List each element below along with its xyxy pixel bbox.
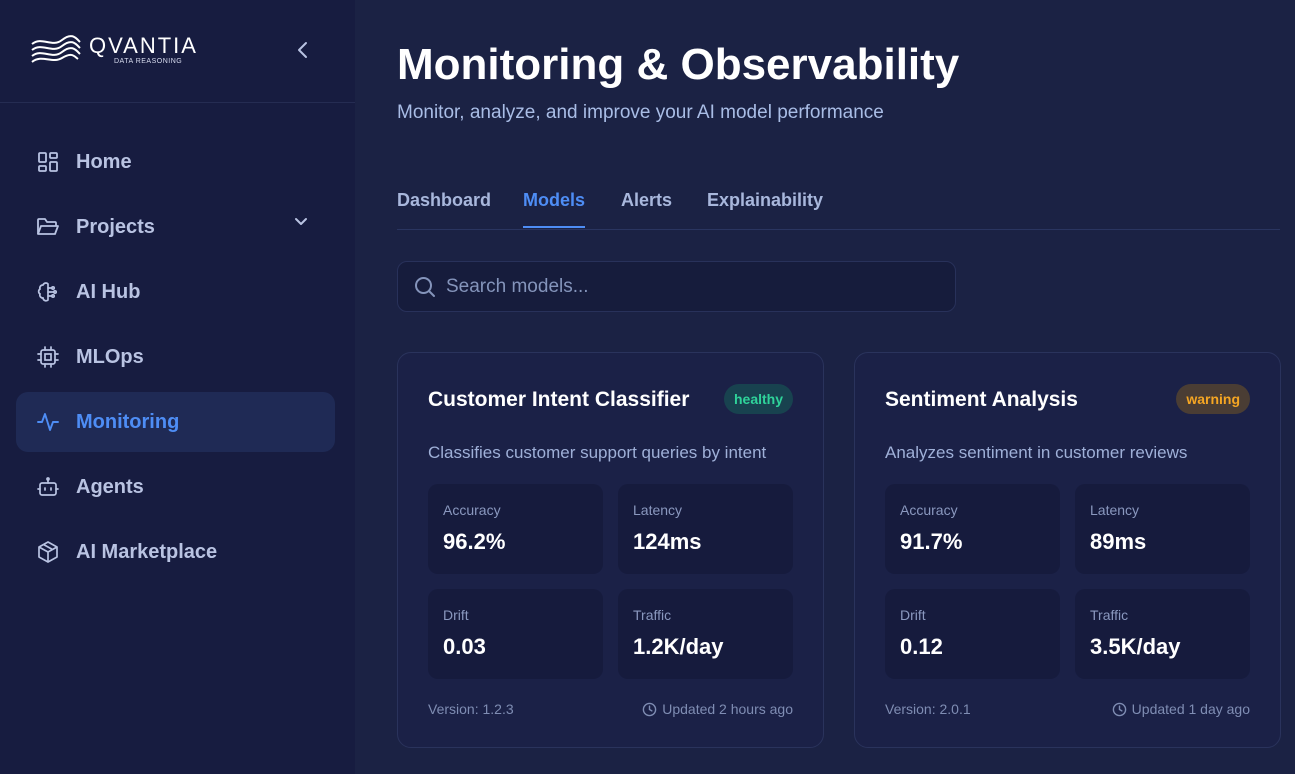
sidebar: QVANTIA DATA REASONING Home Projects AI …	[0, 0, 355, 774]
model-name: Sentiment Analysis	[885, 388, 1078, 411]
metric-label: Latency	[1090, 502, 1140, 518]
search-bar	[397, 261, 956, 312]
collapse-sidebar-button[interactable]	[291, 38, 315, 62]
cpu-chip-icon	[36, 345, 60, 369]
page-subtitle: Monitor, analyze, and improve your AI mo…	[397, 102, 884, 123]
search-icon	[415, 277, 435, 297]
metric-drift: Drift 0.03	[428, 589, 603, 679]
metric-traffic: Traffic 1.2K/day	[618, 589, 793, 679]
updated-text: Updated 2 hours ago	[662, 701, 793, 717]
sidebar-item-label: Home	[76, 150, 132, 173]
metric-value: 0.12	[900, 634, 943, 659]
metric-latency: Latency 89ms	[1075, 484, 1250, 574]
tab-bar: Dashboard Models Alerts Explainability	[397, 180, 1280, 230]
sidebar-item-ai-hub[interactable]: AI Hub	[16, 262, 335, 322]
chevron-left-icon	[298, 42, 307, 58]
model-description: Analyzes sentiment in customer reviews	[885, 443, 1188, 462]
qvantia-logo-icon	[31, 35, 81, 63]
home-grid-icon	[36, 150, 60, 174]
model-version: Version: 1.2.3	[428, 701, 514, 717]
sidebar-item-label: Agents	[76, 475, 144, 498]
bot-icon	[36, 475, 60, 499]
metric-label: Drift	[900, 607, 926, 623]
clock-icon	[1112, 702, 1127, 717]
brand-name: QVANTIA	[89, 33, 198, 58]
metric-label: Drift	[443, 607, 469, 623]
metric-value: 91.7%	[900, 529, 963, 554]
chevron-down-icon[interactable]	[293, 215, 309, 227]
metric-value: 89ms	[1090, 529, 1147, 554]
sidebar-item-label: Monitoring	[76, 410, 180, 433]
model-description: Classifies customer support queries by i…	[428, 443, 767, 462]
model-updated: Updated 1 day ago	[1112, 701, 1250, 717]
brand-tagline: DATA REASONING	[114, 58, 183, 65]
sidebar-item-label: AI Hub	[76, 280, 141, 303]
metric-value: 96.2%	[443, 529, 506, 554]
sidebar-nav: Home Projects AI Hub MLOps Monitoring Ag…	[16, 132, 335, 587]
tab-dashboard[interactable]: Dashboard	[397, 190, 491, 226]
main-content: Monitoring & Observability Monitor, anal…	[355, 0, 1295, 774]
sidebar-item-mlops[interactable]: MLOps	[16, 327, 335, 387]
model-updated: Updated 2 hours ago	[642, 701, 793, 717]
metric-traffic: Traffic 3.5K/day	[1075, 589, 1250, 679]
metric-value: 1.2K/day	[633, 634, 724, 659]
sidebar-item-agents[interactable]: Agents	[16, 457, 335, 517]
metric-label: Latency	[633, 502, 683, 518]
package-box-icon	[36, 540, 60, 564]
status-badge: warning	[1176, 384, 1250, 414]
sidebar-item-monitoring[interactable]: Monitoring	[16, 392, 335, 452]
metric-label: Traffic	[633, 607, 672, 623]
status-badge: healthy	[723, 384, 793, 414]
tab-alerts[interactable]: Alerts	[621, 190, 672, 226]
folder-icon	[36, 215, 60, 239]
metric-value: 124ms	[633, 529, 702, 554]
metric-accuracy: Accuracy 96.2%	[428, 484, 603, 574]
sidebar-item-label: AI Marketplace	[76, 540, 218, 563]
activity-pulse-icon	[36, 410, 60, 434]
model-card[interactable]: Sentiment Analysis warning Analyzes sent…	[854, 352, 1281, 748]
tab-explainability[interactable]: Explainability	[707, 190, 823, 226]
model-name: Customer Intent Classifier	[428, 388, 690, 411]
metric-value: 3.5K/day	[1090, 634, 1181, 659]
metric-value: 0.03	[443, 634, 486, 659]
clock-icon	[642, 702, 657, 717]
search-input[interactable]	[446, 262, 946, 311]
model-card[interactable]: Customer Intent Classifier healthy Class…	[397, 352, 824, 748]
page-title: Monitoring & Observability	[397, 40, 960, 89]
updated-text: Updated 1 day ago	[1131, 701, 1250, 717]
metric-accuracy: Accuracy 91.7%	[885, 484, 1060, 574]
metric-label: Accuracy	[443, 502, 501, 518]
metric-label: Traffic	[1090, 607, 1129, 623]
brand-header: QVANTIA DATA REASONING	[0, 0, 355, 103]
metric-drift: Drift 0.12	[885, 589, 1060, 679]
brain-icon	[36, 280, 60, 304]
metric-label: Accuracy	[900, 502, 958, 518]
metric-latency: Latency 124ms	[618, 484, 793, 574]
sidebar-item-label: MLOps	[76, 345, 144, 368]
tab-models[interactable]: Models	[523, 190, 586, 228]
sidebar-item-home[interactable]: Home	[16, 132, 335, 192]
model-version: Version: 2.0.1	[885, 701, 971, 717]
sidebar-item-projects[interactable]: Projects	[16, 197, 335, 257]
sidebar-item-ai-marketplace[interactable]: AI Marketplace	[16, 522, 335, 582]
sidebar-item-label: Projects	[76, 215, 155, 238]
